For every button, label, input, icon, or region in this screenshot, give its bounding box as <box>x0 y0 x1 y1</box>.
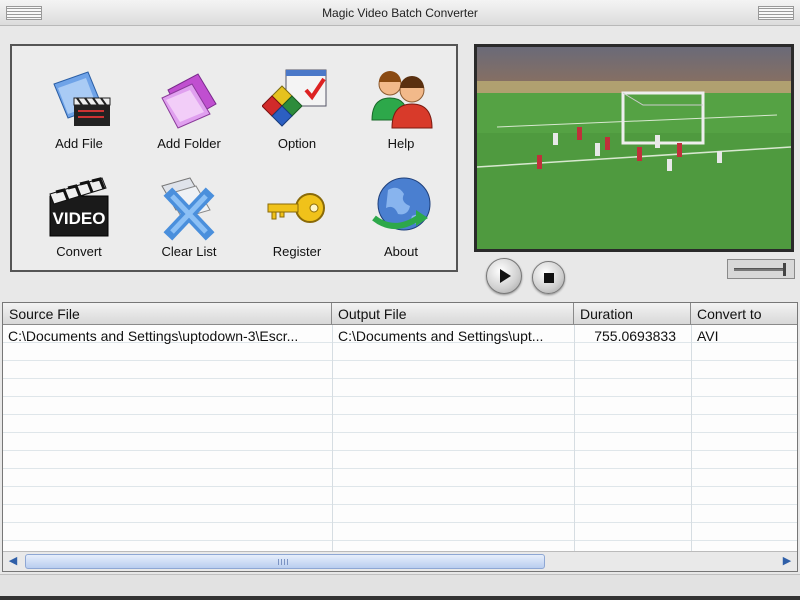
volume-slider[interactable] <box>727 259 795 279</box>
add-folder-icon <box>154 64 224 134</box>
column-header-convert-to[interactable]: Convert to <box>691 303 797 325</box>
register-label: Register <box>272 244 322 259</box>
cell-output-file: C:\Documents and Settings\upt... <box>338 328 544 344</box>
scrollbar-thumb[interactable] <box>25 554 545 569</box>
about-button[interactable]: About <box>348 162 454 266</box>
column-header-source-file[interactable]: Source File <box>3 303 332 325</box>
convert-label: Convert <box>56 244 102 259</box>
add-folder-button[interactable]: Add Folder <box>136 54 242 158</box>
help-label: Help <box>387 136 415 151</box>
column-header-output-file[interactable]: Output File <box>332 303 574 325</box>
clear-list-label: Clear List <box>161 244 217 259</box>
about-label: About <box>384 244 418 259</box>
video-frame-image <box>477 47 791 249</box>
option-label: Option <box>277 136 317 151</box>
about-globe-icon <box>366 172 436 242</box>
toolbar-panel: Add File Add Folder Option Help VIDEO Co… <box>10 44 458 272</box>
stop-button[interactable] <box>532 261 565 294</box>
help-button[interactable]: Help <box>348 54 454 158</box>
table-row[interactable]: C:\Documents and Settings\uptodown-3\Esc… <box>3 325 797 347</box>
horizontal-scrollbar[interactable]: ◀ ▶ <box>3 551 797 571</box>
svg-text:VIDEO: VIDEO <box>53 209 106 228</box>
video-preview <box>474 44 794 252</box>
table-body <box>3 325 797 551</box>
volume-track <box>734 268 784 271</box>
play-icon <box>500 269 511 283</box>
convert-button[interactable]: VIDEO Convert <box>26 162 132 266</box>
file-list-table[interactable]: Source File Output File Duration Convert… <box>2 302 798 572</box>
volume-thumb[interactable] <box>783 263 787 276</box>
play-button[interactable] <box>486 258 522 294</box>
cell-source-file: C:\Documents and Settings\uptodown-3\Esc… <box>8 328 299 344</box>
window-title: Magic Video Batch Converter <box>322 6 478 20</box>
add-file-button[interactable]: Add File <box>26 54 132 158</box>
option-icon <box>262 64 332 134</box>
status-bar <box>0 574 800 600</box>
key-icon <box>262 172 332 242</box>
add-file-label: Add File <box>55 136 103 151</box>
register-button[interactable]: Register <box>244 162 350 266</box>
column-header-duration[interactable]: Duration <box>574 303 691 325</box>
cell-convert-to[interactable]: AVI <box>692 325 797 347</box>
scroll-right-icon[interactable]: ▶ <box>779 554 795 569</box>
scroll-left-icon[interactable]: ◀ <box>5 554 21 569</box>
option-button[interactable]: Option <box>244 54 350 158</box>
table-header: Source File Output File Duration Convert… <box>3 303 797 325</box>
clear-list-icon <box>154 172 224 242</box>
add-file-icon <box>44 64 114 134</box>
add-folder-label: Add Folder <box>157 136 221 151</box>
clear-list-button[interactable]: Clear List <box>136 162 242 266</box>
stop-icon <box>543 272 554 283</box>
convert-icon: VIDEO <box>44 172 114 242</box>
cell-duration: 755.0693833 <box>594 328 676 344</box>
window-control-grip[interactable] <box>758 6 794 20</box>
help-icon <box>366 64 436 134</box>
title-bar[interactable]: Magic Video Batch Converter <box>0 0 800 26</box>
